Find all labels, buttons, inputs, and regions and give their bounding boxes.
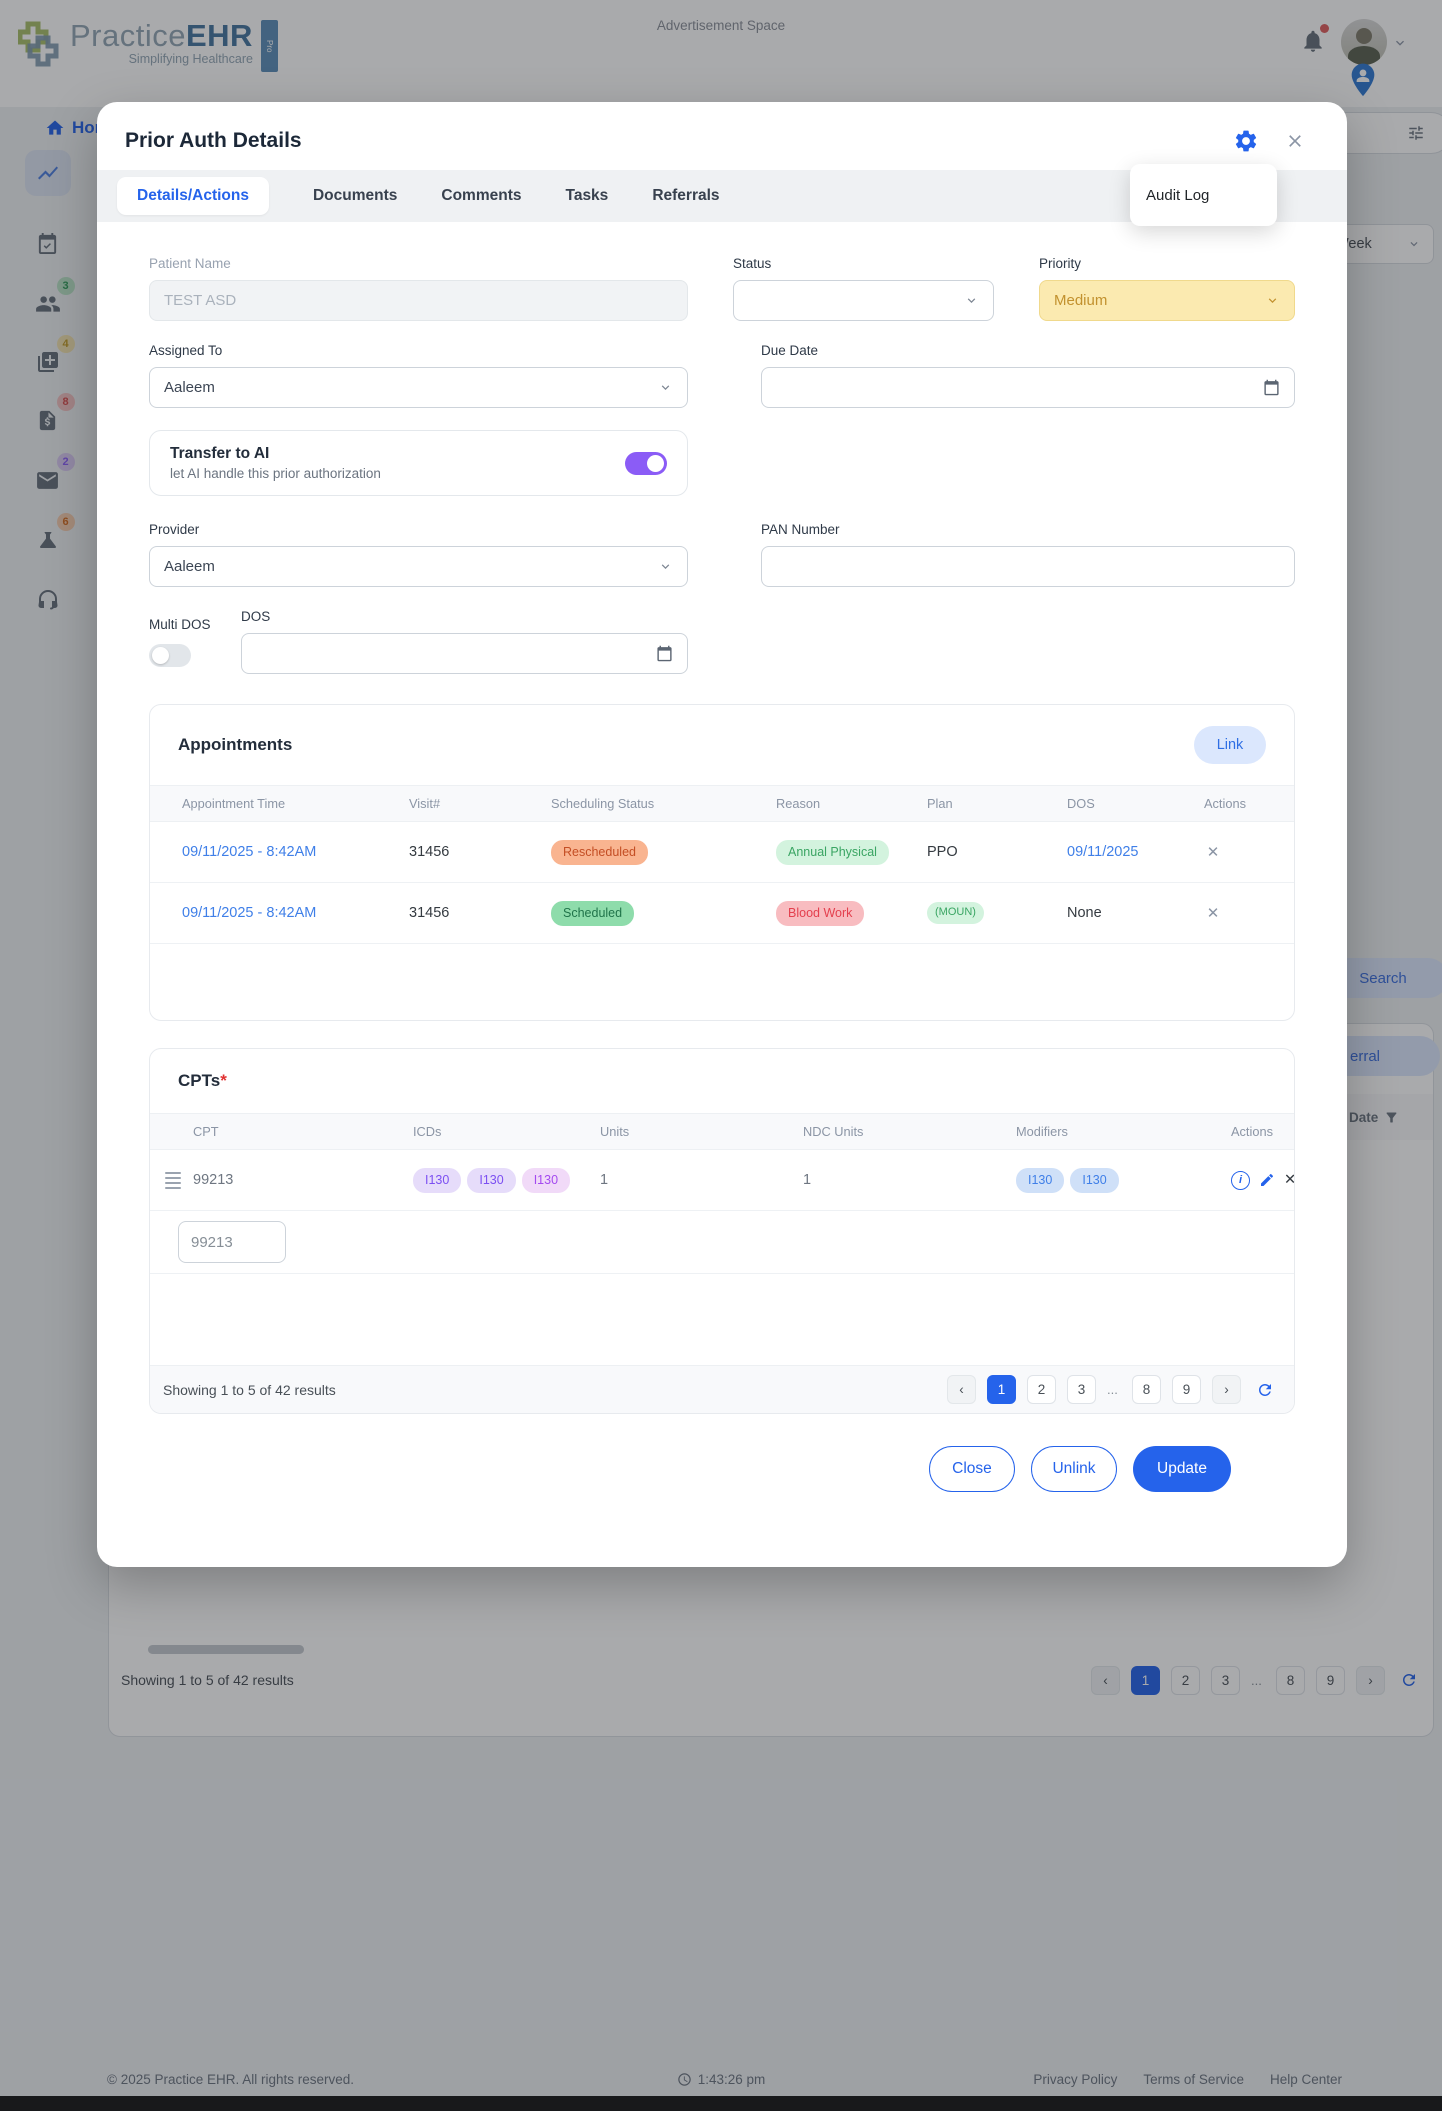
pan-number-field[interactable]	[761, 546, 1295, 587]
cpt-row: 99213 I130 I130 I130 1 1 I130 I130 i ✕	[150, 1150, 1294, 1211]
assigned-to-label: Assigned To	[149, 343, 223, 358]
due-date-label: Due Date	[761, 343, 819, 358]
reason-badge: Annual Physical	[776, 839, 889, 865]
appointment-row: 09/11/2025 - 8:42AM 31456 Scheduled Bloo…	[150, 883, 1294, 944]
new-cpt-row	[150, 1211, 1294, 1274]
status-select[interactable]	[733, 280, 994, 321]
modifier-badge[interactable]: I130	[1070, 1167, 1119, 1193]
modal-close-icon[interactable]	[1285, 131, 1305, 151]
cpt-delete-icon[interactable]: ✕	[1284, 1172, 1294, 1188]
cpts-card: CPTs* – CPT ICDs Units NDC Units Modifie…	[149, 1048, 1295, 1414]
audit-log-menu-item[interactable]: Audit Log	[1146, 187, 1209, 204]
appointments-table-header: Appointment Time Visit# Scheduling Statu…	[150, 785, 1294, 822]
cpts-page-3-button[interactable]: 3	[1067, 1375, 1096, 1404]
chevron-down-icon	[1268, 298, 1277, 303]
reason-badge: Blood Work	[776, 900, 865, 926]
cpts-refresh-icon[interactable]	[1256, 1381, 1274, 1399]
cpts-page-1-button[interactable]: 1	[987, 1375, 1016, 1404]
provider-label: Provider	[149, 522, 200, 537]
cpts-prev-page-button[interactable]: ‹	[947, 1375, 976, 1404]
modal-header: Prior Auth Details	[97, 102, 1347, 170]
multi-dos-toggle[interactable]	[149, 644, 191, 667]
appointment-row: 09/11/2025 - 8:42AM 31456 Rescheduled An…	[150, 822, 1294, 883]
priority-select[interactable]: Medium	[1039, 280, 1295, 321]
patient-name-field	[149, 280, 688, 321]
modal-body: Patient Name Status Priority Medium	[97, 222, 1347, 1492]
assigned-to-select[interactable]: Aaleem	[149, 367, 688, 408]
modifier-badge[interactable]: I130	[1016, 1167, 1065, 1193]
visit-number: 31456	[409, 844, 450, 860]
tab-tasks[interactable]: Tasks	[566, 187, 609, 205]
calendar-icon[interactable]	[1263, 379, 1280, 396]
cpts-pagination: Showing 1 to 5 of 42 results ‹ 1 2 3 ...…	[150, 1365, 1294, 1413]
dos-label: DOS	[241, 609, 271, 624]
chevron-down-icon	[661, 564, 670, 569]
priority-label: Priority	[1039, 256, 1082, 271]
transfer-ai-title: Transfer to AI	[170, 445, 270, 462]
tab-details-actions[interactable]: Details/Actions	[117, 177, 269, 215]
cpts-page-8-button[interactable]: 8	[1132, 1375, 1161, 1404]
visit-number: 31456	[409, 905, 450, 921]
cpts-next-page-button[interactable]: ›	[1212, 1375, 1241, 1404]
scheduling-status-badge: Rescheduled	[551, 839, 648, 865]
status-label: Status	[733, 256, 772, 271]
close-button[interactable]: Close	[929, 1446, 1015, 1492]
unlink-appointment-icon[interactable]: ✕	[1204, 904, 1222, 922]
drag-handle-icon[interactable]	[165, 1171, 181, 1189]
cpt-info-icon[interactable]: i	[1231, 1170, 1250, 1190]
icd-badge[interactable]: I130	[467, 1167, 516, 1193]
chevron-down-icon	[661, 385, 670, 390]
calendar-icon[interactable]	[656, 645, 673, 662]
ndc-units-value: 1	[803, 1172, 812, 1188]
unlink-button[interactable]: Unlink	[1031, 1446, 1117, 1492]
appointment-time-link[interactable]: 09/11/2025 - 8:42AM	[182, 844, 409, 860]
cpts-page-2-button[interactable]: 2	[1027, 1375, 1056, 1404]
units-value: 1	[600, 1172, 609, 1188]
new-cpt-input[interactable]	[191, 1233, 273, 1251]
dos-date-input[interactable]	[241, 633, 688, 674]
plan-value: PPO	[927, 844, 958, 860]
transfer-ai-toggle[interactable]	[625, 451, 667, 475]
cpts-table-header: – CPT ICDs Units NDC Units Modifiers Act…	[150, 1113, 1294, 1150]
patient-name-input	[164, 292, 673, 309]
plan-badge: (MOUN)	[927, 902, 984, 924]
prior-auth-details-modal: Prior Auth Details Audit Log Details/Act…	[97, 102, 1347, 1567]
modal-footer: Close Unlink Update	[149, 1414, 1295, 1492]
dos-value: None	[1067, 905, 1102, 921]
audit-log-menu: Audit Log	[1130, 164, 1277, 226]
settings-gear-icon[interactable]	[1233, 128, 1259, 154]
cpts-title: CPTs*	[178, 1071, 227, 1090]
cpts-page-ellipsis: ...	[1107, 1382, 1118, 1397]
modal-title: Prior Auth Details	[125, 129, 302, 152]
cpts-page-9-button[interactable]: 9	[1172, 1375, 1201, 1404]
link-appointment-button[interactable]: Link	[1194, 726, 1266, 764]
unlink-appointment-icon[interactable]: ✕	[1204, 843, 1222, 861]
provider-select[interactable]: Aaleem	[149, 546, 688, 587]
cpt-code: 99213	[193, 1172, 234, 1188]
cpt-edit-pencil-icon[interactable]	[1259, 1172, 1275, 1188]
cpts-results-summary: Showing 1 to 5 of 42 results	[163, 1381, 336, 1398]
pan-number-label: PAN Number	[761, 522, 840, 537]
appointments-card: Appointments Link Appointment Time Visit…	[149, 704, 1295, 1021]
icd-badge[interactable]: I130	[521, 1167, 571, 1193]
patient-name-label: Patient Name	[149, 256, 231, 271]
due-date-input[interactable]	[761, 367, 1295, 408]
appointment-time-link[interactable]: 09/11/2025 - 8:42AM	[182, 905, 409, 921]
required-asterisk: *	[220, 1071, 227, 1090]
appointments-title: Appointments	[178, 735, 293, 754]
tab-documents[interactable]: Documents	[313, 187, 397, 205]
chevron-down-icon	[967, 298, 976, 303]
pan-number-input[interactable]	[776, 558, 1280, 575]
dos-link[interactable]: 09/11/2025	[1067, 844, 1204, 860]
scheduling-status-badge: Scheduled	[551, 900, 635, 926]
transfer-to-ai-card: Transfer to AI let AI handle this prior …	[149, 430, 688, 496]
multi-dos-label: Multi DOS	[149, 617, 211, 632]
transfer-ai-subtitle: let AI handle this prior authorization	[170, 466, 381, 481]
tab-referrals[interactable]: Referrals	[652, 187, 719, 205]
new-cpt-field[interactable]	[178, 1221, 286, 1263]
tab-comments[interactable]: Comments	[441, 187, 521, 205]
update-button[interactable]: Update	[1133, 1446, 1231, 1492]
icd-badge[interactable]: I130	[413, 1167, 462, 1193]
